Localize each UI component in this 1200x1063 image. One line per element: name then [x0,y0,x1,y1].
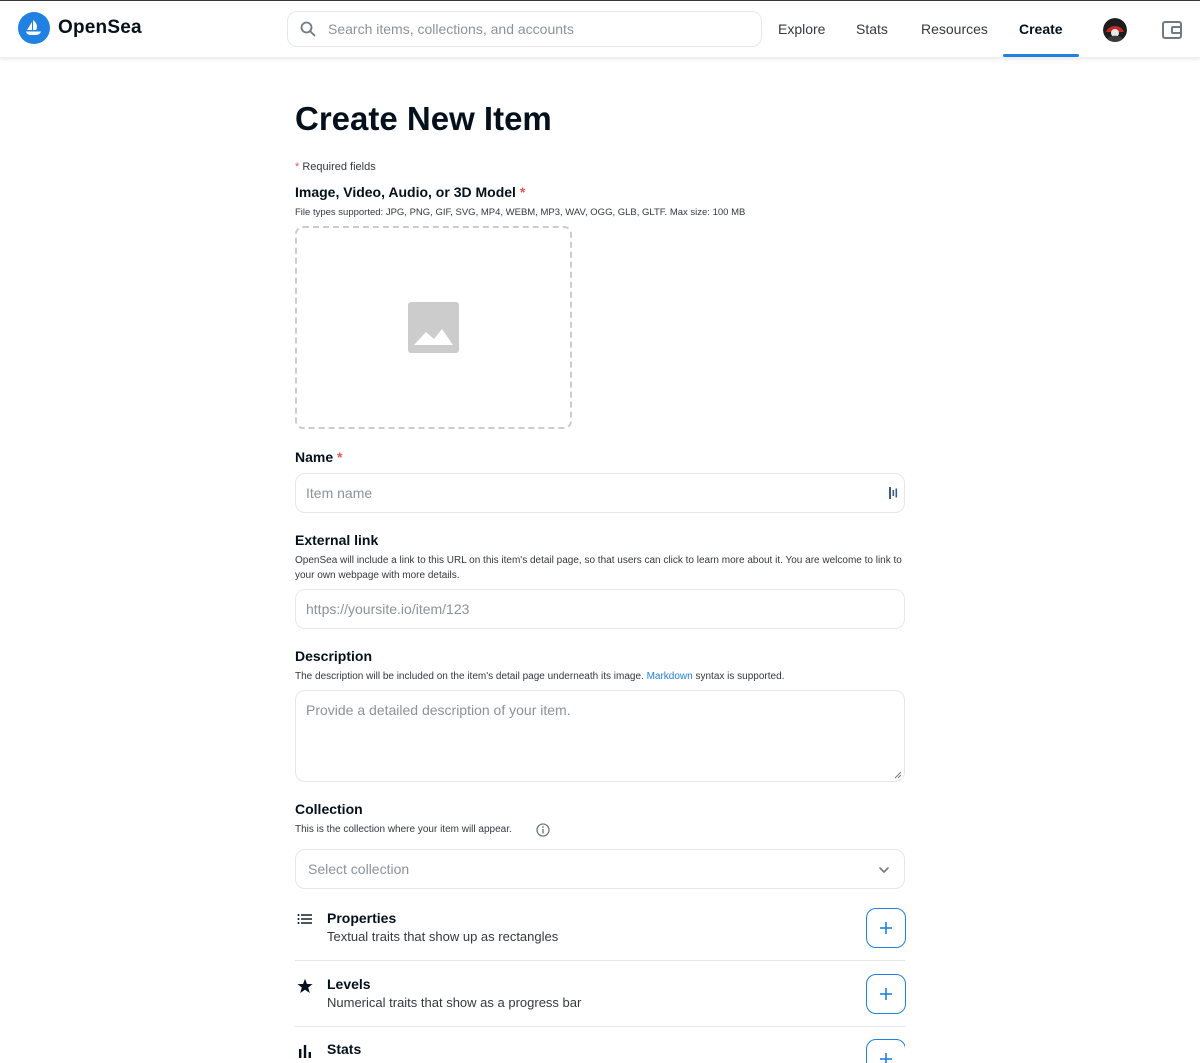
description-textarea[interactable] [296,691,904,781]
description-label: Description [295,648,373,664]
media-label-text: Image, Video, Audio, or 3D Model [295,184,516,200]
trait-title: Levels [327,976,371,992]
name-input[interactable] [306,485,866,501]
trait-subtitle: Numerical traits that show as a progress… [327,995,582,1010]
collection-label: Collection [295,801,363,817]
user-avatar[interactable] [1103,18,1127,42]
add-properties-button[interactable] [866,908,906,948]
name-label: Name * [295,449,342,465]
name-label-text: Name [295,449,334,465]
external-link-field[interactable] [295,589,905,629]
list-icon [297,914,312,924]
bar-chart-icon [299,1045,311,1058]
wallet-icon[interactable] [1161,19,1183,41]
opensea-boat-icon [18,12,50,44]
media-caption: File types supported: JPG, PNG, GIF, SVG… [295,207,746,218]
required-fields-note: * Required fields [295,161,376,173]
external-link-caption: OpenSea will include a link to this URL … [295,555,902,581]
active-nav-indicator [1003,54,1079,57]
name-field[interactable] [295,473,905,513]
star-icon [297,978,313,993]
top-navbar: OpenSea Explore Stats Resources Create [0,1,1200,58]
search-input[interactable] [328,21,748,37]
nav-stats[interactable]: Stats [856,21,888,37]
add-levels-button[interactable] [866,974,906,1014]
divider [295,960,905,961]
plus-icon [880,988,892,1000]
required-star: * [337,449,343,465]
external-link-label: External link [295,532,379,548]
page-title: Create New Item [295,100,552,137]
global-search[interactable] [287,11,762,47]
description-caption-tail: syntax is supported. [695,671,785,682]
collection-select-value: Select collection [308,861,410,877]
markdown-link[interactable]: Markdown [647,671,693,682]
media-upload-dropzone[interactable] [295,226,572,429]
search-icon [300,21,316,37]
nav-create[interactable]: Create [1019,21,1063,37]
collection-caption: This is the collection where your item w… [295,824,512,835]
stats-row: Stats [295,1035,905,1063]
collection-select[interactable]: Select collection [295,849,905,889]
required-note-text: Required fields [302,161,376,173]
image-placeholder-icon [408,302,459,353]
resize-handle-icon[interactable] [894,771,902,779]
chevron-down-icon [879,867,889,873]
app-name: OpenSea [58,17,142,38]
nav-resources[interactable]: Resources [921,21,988,37]
add-stats-button[interactable] [866,1039,905,1063]
nav-explore[interactable]: Explore [778,21,825,37]
autofill-extension-icon[interactable] [889,487,899,499]
trait-title: Properties [327,910,397,926]
description-field[interactable] [295,690,905,782]
trait-subtitle: Textual traits that show up as rectangle… [327,929,559,944]
external-link-input[interactable] [306,601,866,617]
plus-icon [880,1053,892,1063]
opensea-logo-link[interactable]: OpenSea [18,12,142,44]
required-star: * [295,161,300,173]
trait-title: Stats [327,1041,362,1057]
plus-icon [880,922,892,934]
info-icon[interactable] [536,823,550,837]
divider [295,1026,905,1027]
description-caption-text: The description will be included on the … [295,671,644,682]
description-caption: The description will be included on the … [295,669,784,684]
required-star: * [519,184,526,200]
media-label: Image, Video, Audio, or 3D Model * [295,184,525,200]
